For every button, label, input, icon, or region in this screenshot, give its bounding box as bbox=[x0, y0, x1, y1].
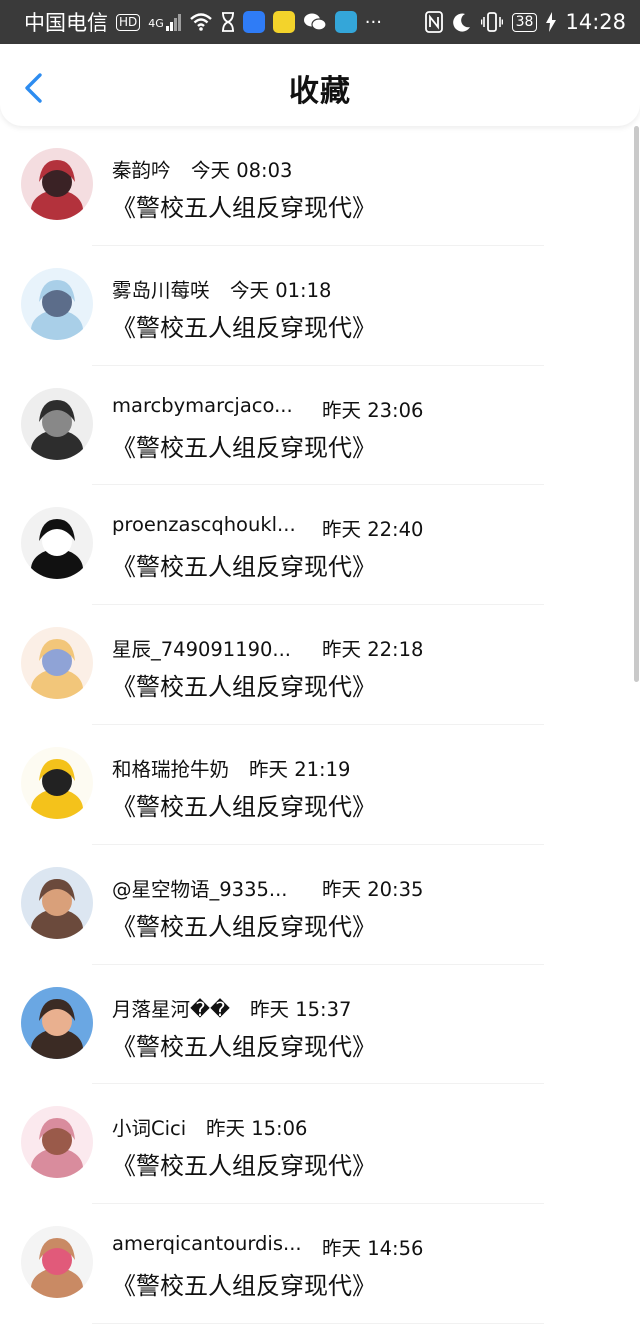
user-name[interactable]: 星辰_749091190... bbox=[112, 633, 302, 662]
favorite-time: 昨天 14:56 bbox=[322, 1237, 424, 1261]
avatar[interactable] bbox=[21, 627, 93, 700]
favorite-item[interactable]: marcbymarcjaco... 昨天 23:06 《警校五人组反穿现代》 bbox=[0, 366, 640, 486]
battery-level: 38 bbox=[511, 12, 538, 32]
avatar[interactable] bbox=[21, 507, 93, 580]
avatar-image bbox=[21, 986, 93, 1059]
avatar-image bbox=[21, 267, 93, 340]
user-name[interactable]: amerqicantourdis... bbox=[112, 1232, 302, 1255]
shield-app-icon bbox=[242, 11, 265, 33]
book-title[interactable]: 《警校五人组反穿现代》 bbox=[112, 308, 376, 343]
avatar-image bbox=[21, 866, 93, 939]
wechat-icon bbox=[303, 13, 327, 31]
scrollbar[interactable] bbox=[634, 126, 639, 682]
status-bar: 中国电信 HD 4G ··· 38 14:28 bbox=[0, 0, 640, 44]
book-title[interactable]: 《警校五人组反穿现代》 bbox=[112, 547, 376, 582]
favorite-item[interactable]: 小词Cici 昨天 15:06 《警校五人组反穿现代》 bbox=[0, 1084, 640, 1205]
favorite-time: 昨天 22:40 bbox=[322, 518, 424, 542]
avatar-image bbox=[21, 746, 93, 819]
book-title[interactable]: 《警校五人组反穿现代》 bbox=[112, 907, 376, 942]
favorite-item[interactable]: 星辰_749091190... 昨天 22:18 《警校五人组反穿现代》 bbox=[0, 605, 640, 725]
favorite-time: 昨天 15:37 bbox=[250, 997, 352, 1021]
avatar[interactable] bbox=[21, 387, 93, 460]
page-title: 收藏 bbox=[289, 74, 351, 109]
avatar-image bbox=[21, 387, 93, 460]
moon-icon bbox=[452, 13, 470, 32]
avatar-image bbox=[21, 1106, 93, 1179]
book-app-icon bbox=[334, 11, 357, 33]
favorite-item[interactable]: 月落星河�� 昨天 15:37 《警校五人组反穿现代》 bbox=[0, 965, 640, 1085]
avatar-image bbox=[21, 148, 93, 220]
favorite-item[interactable]: 秦韵吟 今天 08:03 《警校五人组反穿现代》 bbox=[0, 126, 640, 246]
avatar-image bbox=[21, 507, 93, 580]
hd-badge: HD bbox=[116, 13, 141, 31]
nfc-icon bbox=[424, 11, 443, 33]
favorite-time: 昨天 21:19 bbox=[249, 757, 351, 781]
carrier-label: 中国电信 bbox=[24, 11, 108, 35]
favorite-item[interactable]: proenzascqhoukl... 昨天 22:40 《警校五人组反穿现代》 bbox=[0, 485, 640, 606]
avatar[interactable] bbox=[21, 986, 93, 1059]
favorite-time: 昨天 15:06 bbox=[206, 1117, 308, 1141]
favorite-item[interactable]: @星空物语_9335... 昨天 20:35 《警校五人组反穿现代》 bbox=[0, 845, 640, 965]
network-type: 4G bbox=[148, 17, 164, 30]
book-title[interactable]: 《警校五人组反穿现代》 bbox=[112, 1266, 376, 1301]
cartoon-app-icon bbox=[272, 11, 295, 33]
cell-signal-icon bbox=[165, 13, 181, 31]
favorite-item[interactable]: 和格瑞抢牛奶 昨天 21:19 《警校五人组反穿现代》 bbox=[0, 725, 640, 845]
book-title[interactable]: 《警校五人组反穿现代》 bbox=[112, 667, 376, 702]
favorite-time: 昨天 22:18 bbox=[322, 638, 424, 662]
favorite-item[interactable]: 雾岛川莓咲 今天 01:18 《警校五人组反穿现代》 bbox=[0, 246, 640, 366]
charging-icon bbox=[546, 12, 557, 32]
more-notifications-icon: ··· bbox=[364, 11, 382, 33]
user-name[interactable]: @星空物语_9335... bbox=[112, 873, 302, 902]
user-name[interactable]: proenzascqhoukl... bbox=[112, 513, 302, 536]
avatar-image bbox=[21, 627, 93, 700]
avatar[interactable] bbox=[21, 1226, 93, 1299]
favorite-time: 昨天 23:06 bbox=[322, 398, 424, 422]
avatar-image bbox=[21, 1226, 93, 1299]
app-header: 收藏 bbox=[0, 44, 640, 126]
vibrate-icon bbox=[480, 12, 503, 32]
book-title[interactable]: 《警校五人组反穿现代》 bbox=[112, 428, 376, 463]
book-title[interactable]: 《警校五人组反穿现代》 bbox=[112, 1146, 376, 1181]
avatar[interactable] bbox=[21, 267, 93, 340]
favorite-time: 今天 01:18 bbox=[230, 278, 332, 302]
avatar[interactable] bbox=[21, 746, 93, 819]
book-title[interactable]: 《警校五人组反穿现代》 bbox=[112, 787, 376, 822]
favorite-item[interactable]: amerqicantourdis... 昨天 14:56 《警校五人组反穿现代》 bbox=[0, 1204, 640, 1324]
avatar[interactable] bbox=[21, 1106, 93, 1179]
avatar[interactable] bbox=[21, 866, 93, 939]
clock: 14:28 bbox=[565, 10, 626, 34]
favorite-time: 昨天 20:35 bbox=[322, 877, 424, 901]
book-title[interactable]: 《警校五人组反穿现代》 bbox=[112, 1027, 376, 1062]
wifi-icon bbox=[189, 13, 212, 31]
avatar[interactable] bbox=[21, 148, 93, 220]
book-title[interactable]: 《警校五人组反穿现代》 bbox=[112, 188, 376, 223]
hourglass-icon bbox=[221, 12, 234, 32]
favorites-list: 秦韵吟 今天 08:03 《警校五人组反穿现代》 雾岛川莓咲 今天 01:18 … bbox=[0, 126, 640, 1324]
user-name[interactable]: marcbymarcjaco... bbox=[112, 394, 302, 417]
favorite-time: 今天 08:03 bbox=[191, 159, 293, 182]
